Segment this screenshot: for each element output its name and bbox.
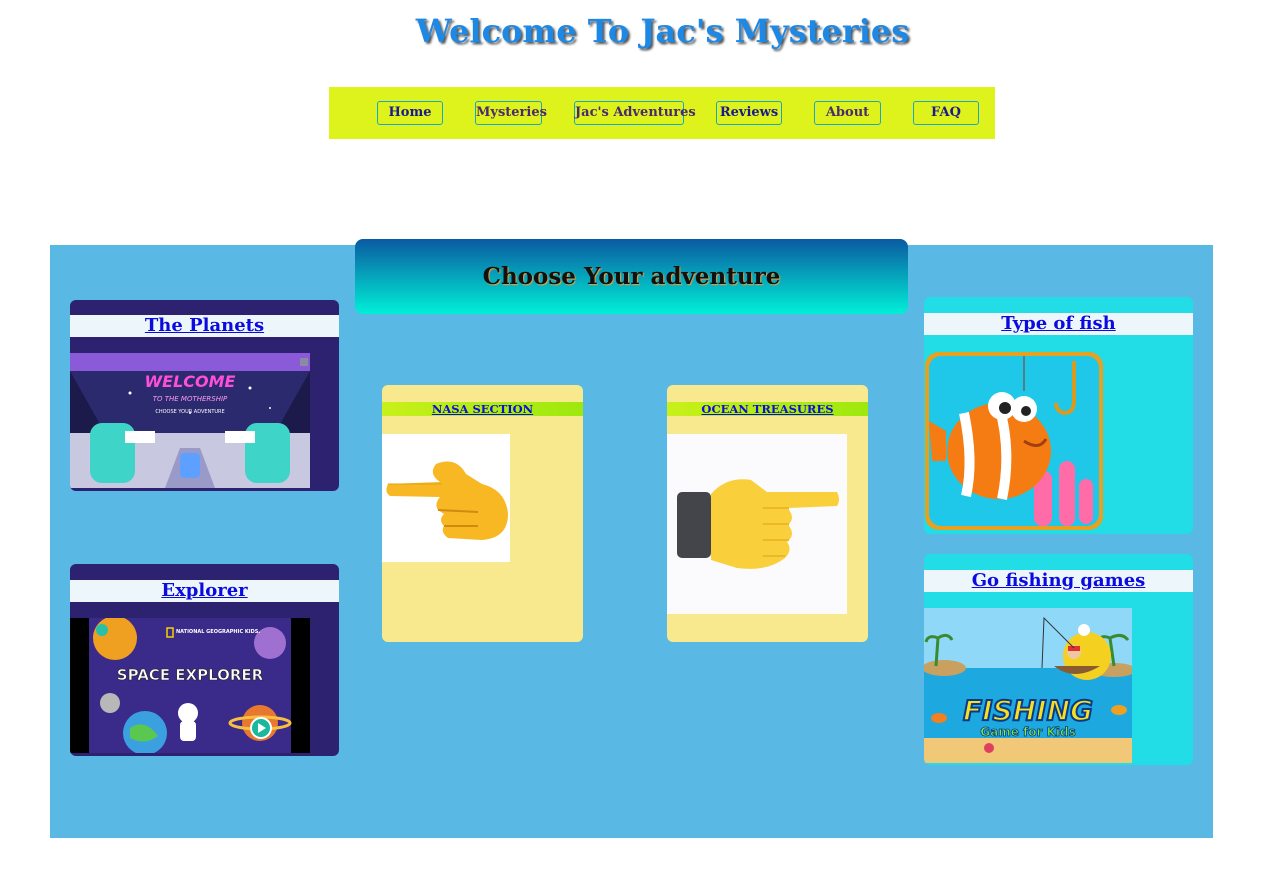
mothership-text: TO THE MOTHERSHIP: [153, 395, 228, 403]
type-of-fish-card: Type of fish: [924, 297, 1193, 534]
nav-jacs-adventures-button[interactable]: Jac's Adventures: [574, 101, 696, 125]
explorer-card-header: Explorer: [70, 580, 339, 602]
nav-about-button[interactable]: About: [814, 101, 881, 125]
space-explorer-image[interactable]: NATIONAL GEOGRAPHIC KIDS. SPACE EXPLORER: [70, 618, 310, 753]
explorer-link[interactable]: Explorer: [161, 580, 247, 601]
planets-card-header: The Planets: [70, 315, 339, 337]
planets-card: The Planets WELCOME TO THE MOTHERSHIP CH…: [70, 300, 339, 491]
fish-card-header: Type of fish: [924, 313, 1193, 335]
pointing-right-hand-icon[interactable]: [667, 434, 847, 614]
fishing-games-card: Go fishing games FISHING Game for Kids: [924, 554, 1193, 765]
go-fishing-games-link[interactable]: Go fishing games: [972, 570, 1146, 591]
choose-adventure-text: CHOOSE YOUR ADVENTURE: [155, 409, 224, 415]
fishing-title-text: FISHING: [963, 694, 1093, 727]
welcome-text: WELCOME: [145, 372, 236, 391]
natgeo-kids-text: NATIONAL GEOGRAPHIC KIDS.: [176, 629, 260, 635]
nasa-section-link[interactable]: NASA SECTION: [432, 402, 533, 416]
nav-mysteries-button[interactable]: Mysteries: [475, 101, 547, 125]
explorer-card: Explorer NATIONAL GEOGRAPHIC KIDS. SPACE…: [70, 564, 339, 756]
nasa-card-header: NASA SECTION: [382, 402, 583, 416]
fishing-card-header: Go fishing games: [924, 570, 1193, 592]
planets-link[interactable]: The Planets: [145, 315, 264, 336]
ocean-treasures-card: OCEAN TREASURES: [667, 385, 868, 642]
nasa-section-card: NASA SECTION: [382, 385, 583, 642]
cartoon-fish-icon[interactable]: [924, 351, 1104, 531]
pointing-right-hand-icon[interactable]: [382, 434, 510, 562]
banner-title: Choose Your adventure: [482, 263, 781, 290]
fishing-game-image[interactable]: FISHING Game for Kids: [924, 608, 1132, 763]
adventure-banner: Choose Your adventure: [355, 239, 908, 314]
main-nav: Home Mysteries Jac's Adventures Reviews …: [329, 87, 995, 139]
nav-home-button[interactable]: Home: [377, 101, 443, 125]
mothership-image[interactable]: WELCOME TO THE MOTHERSHIP CHOOSE YOUR AD…: [70, 353, 310, 488]
space-explorer-text: SPACE EXPLORER: [117, 666, 264, 684]
nav-reviews-button[interactable]: Reviews: [716, 101, 782, 125]
nav-faq-button[interactable]: FAQ: [913, 101, 979, 125]
ocean-treasures-link[interactable]: OCEAN TREASURES: [701, 402, 833, 416]
site-title: Welcome To Jac's Mysteries: [415, 12, 910, 50]
type-of-fish-link[interactable]: Type of fish: [1001, 313, 1116, 334]
game-for-kids-text: Game for Kids: [980, 725, 1075, 739]
ocean-card-header: OCEAN TREASURES: [667, 402, 868, 416]
